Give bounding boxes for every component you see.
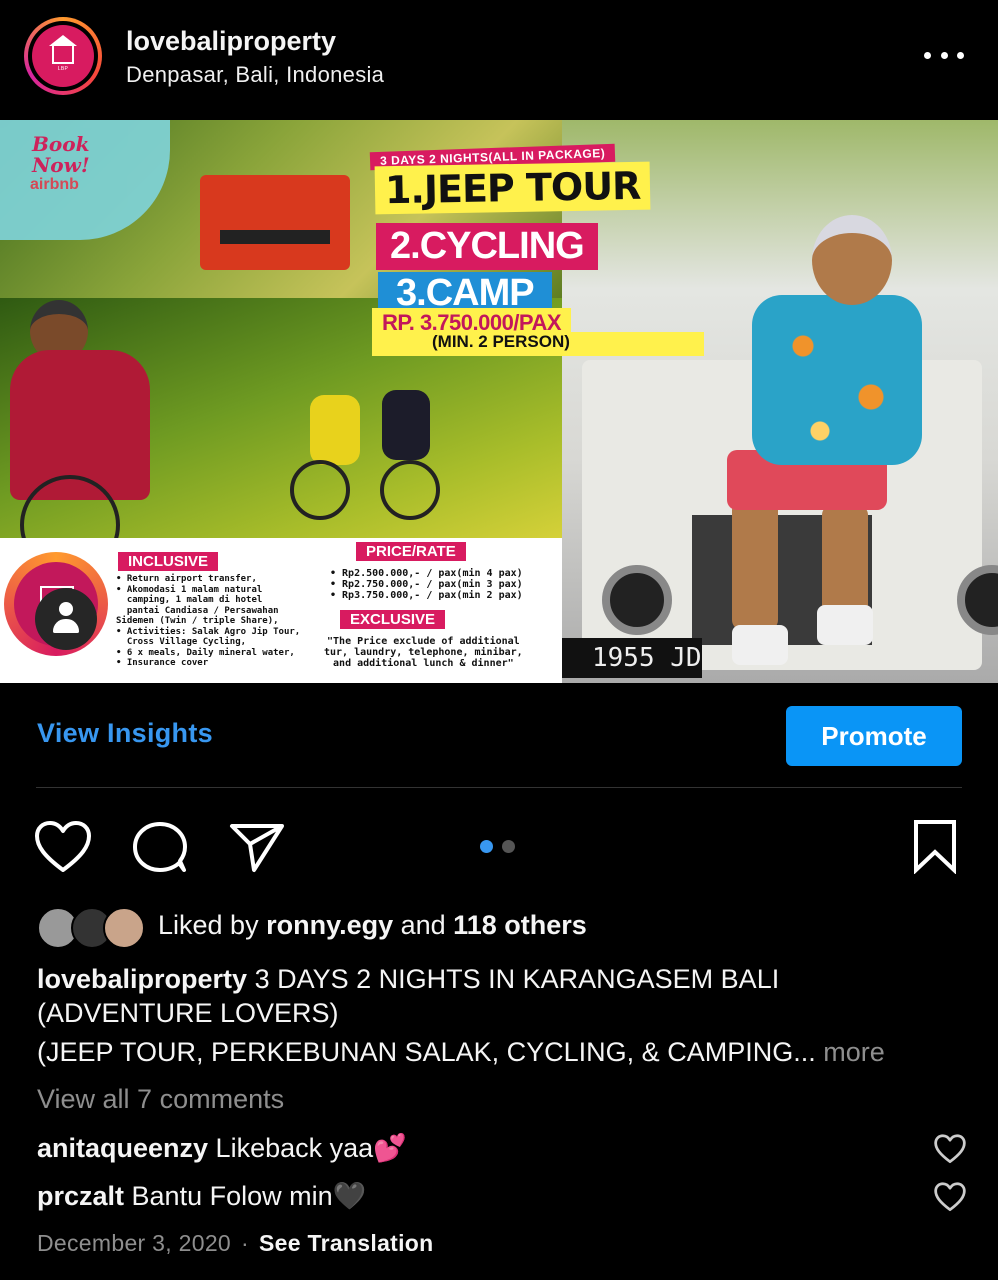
view-all-comments-link[interactable]: View all 7 comments (37, 1084, 284, 1115)
liker-avatars[interactable] (37, 907, 147, 951)
package-min: (MIN. 2 PERSON) (372, 332, 704, 356)
package-item-cycling: 2.CYCLING (376, 223, 598, 270)
post-date-row: December 3, 2020 · See Translation (37, 1230, 434, 1256)
bookmark-icon[interactable] (910, 818, 960, 874)
license-plate: 1955 JD (562, 638, 702, 678)
exclusive-title: EXCLUSIVE (340, 610, 446, 629)
caption-line2: (JEEP TOUR, PERKEBUNAN SALAK, CYCLING, &… (37, 1037, 885, 1067)
inclusive-title: INCLUSIVE (118, 552, 219, 571)
tagged-users-icon[interactable] (35, 588, 97, 650)
brand-logo: LBP (32, 25, 94, 87)
post-image[interactable]: 1955 JD Book Now! airbnb 3 DAYS 2 NIGHTS… (0, 120, 998, 683)
caption-username[interactable]: lovebaliproperty (37, 964, 247, 994)
post-username[interactable]: lovebaliproperty (126, 26, 336, 57)
heart-icon[interactable] (34, 820, 92, 874)
profile-avatar[interactable]: LBP (24, 17, 102, 95)
post-date: December 3, 2020 (37, 1230, 232, 1256)
price-title: PRICE/RATE (356, 542, 466, 561)
comment-username[interactable]: anitaqueenzy (37, 1133, 208, 1163)
like-comment-heart-icon[interactable] (934, 1182, 966, 1212)
price-text: • Rp2.500.000,- / pax(min 4 pax) • Rp2.7… (330, 568, 523, 601)
more-options-icon[interactable] (924, 44, 964, 66)
divider (36, 787, 962, 788)
more-link[interactable]: more (816, 1037, 885, 1067)
share-icon[interactable] (228, 820, 286, 874)
post-location[interactable]: Denpasar, Bali, Indonesia (126, 62, 384, 88)
inclusive-text: • Return airport transfer, • Akomodasi 1… (116, 574, 301, 668)
caption: lovebaliproperty 3 DAYS 2 NIGHTS IN KARA… (37, 964, 780, 1028)
like-comment-heart-icon[interactable] (934, 1134, 966, 1164)
post-header: LBP lovebaliproperty Denpasar, Bali, Ind… (0, 0, 998, 120)
view-insights-link[interactable]: View Insights (37, 718, 213, 749)
carousel-indicator (480, 840, 515, 853)
airbnb-logo: airbnb (30, 176, 79, 193)
package-item-jeep: 1.JEEP TOUR (374, 161, 651, 215)
avatar (103, 907, 145, 949)
liked-by-text[interactable]: Liked by ronny.egy and 118 others (158, 910, 587, 941)
comment-row: anitaqueenzy Likeback yaa💕 (37, 1133, 407, 1163)
comment-username[interactable]: prczalt (37, 1181, 124, 1211)
comment-icon[interactable] (131, 820, 189, 874)
promote-button[interactable]: Promote (786, 706, 962, 766)
see-translation-link[interactable]: See Translation (259, 1230, 434, 1256)
comment-row: prczalt Bantu Folow min🖤 (37, 1181, 367, 1211)
exclusive-text: "The Price exclude of additional tur, la… (324, 636, 523, 669)
